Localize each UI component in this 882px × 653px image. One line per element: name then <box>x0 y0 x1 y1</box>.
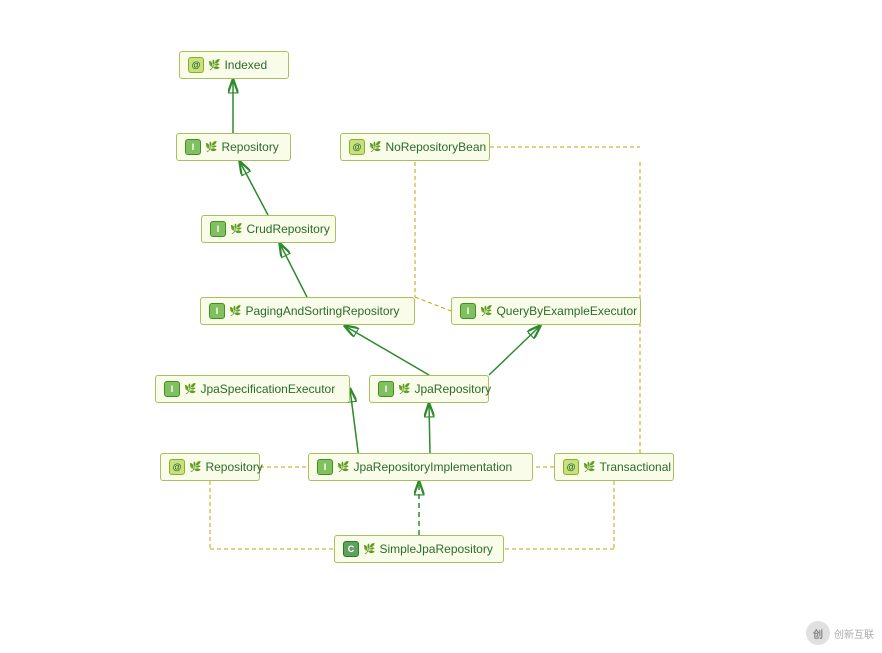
badge-i: I <box>210 221 226 237</box>
badge-c: C <box>343 541 359 557</box>
leaf-icon: 🌿 <box>583 462 595 473</box>
node-label: QueryByExampleExecutor <box>496 304 637 318</box>
leaf-icon: 🌿 <box>189 462 201 473</box>
badge-at: @ <box>349 139 365 155</box>
watermark-icon: 创 <box>806 621 830 645</box>
node-norepositorybean[interactable]: @ 🌿 NoRepositoryBean <box>340 133 490 161</box>
leaf-icon: 🌿 <box>230 224 242 235</box>
badge-i: I <box>317 459 333 475</box>
node-label: SimpleJpaRepository <box>379 542 492 556</box>
node-jparepository[interactable]: I 🌿 JpaRepository <box>369 375 489 403</box>
node-jparepositoryimplementation[interactable]: I 🌿 JpaRepositoryImplementation <box>308 453 533 481</box>
node-label: Indexed <box>224 58 267 72</box>
leaf-icon: 🌿 <box>337 462 349 473</box>
node-label: PagingAndSortingRepository <box>245 304 399 318</box>
node-indexed[interactable]: @ 🌿 Indexed <box>179 51 289 79</box>
leaf-icon: 🌿 <box>480 306 492 317</box>
leaf-icon: 🌿 <box>398 384 410 395</box>
badge-i: I <box>185 139 201 155</box>
watermark: 创 创新互联 <box>806 621 874 645</box>
node-simplejparepository[interactable]: C 🌿 SimpleJpaRepository <box>334 535 504 563</box>
leaf-icon: 🌿 <box>184 384 196 395</box>
node-crudrepository[interactable]: I 🌿 CrudRepository <box>201 215 336 243</box>
node-label: JpaRepository <box>414 382 491 396</box>
node-repositoryanno[interactable]: @ 🌿 Repository <box>160 453 260 481</box>
badge-i: I <box>378 381 394 397</box>
node-transactional[interactable]: @ 🌿 Transactional <box>554 453 674 481</box>
node-label: NoRepositoryBean <box>385 140 486 154</box>
watermark-text: 创新互联 <box>834 626 874 641</box>
badge-at: @ <box>188 57 204 73</box>
leaf-icon: 🌿 <box>229 306 241 317</box>
node-label: Repository <box>221 140 278 154</box>
node-jpaspecificationexecutor[interactable]: I 🌿 JpaSpecificationExecutor <box>155 375 350 403</box>
node-pagingandsortingrepository[interactable]: I 🌿 PagingAndSortingRepository <box>200 297 415 325</box>
node-label: JpaSpecificationExecutor <box>200 382 335 396</box>
node-label: Repository <box>205 460 262 474</box>
leaf-icon: 🌿 <box>205 142 217 153</box>
leaf-icon: 🌿 <box>363 544 375 555</box>
badge-at: @ <box>169 459 185 475</box>
node-label: CrudRepository <box>246 222 329 236</box>
badge-i: I <box>164 381 180 397</box>
badge-at: @ <box>563 459 579 475</box>
leaf-icon: 🌿 <box>369 142 381 153</box>
node-label: Transactional <box>599 460 671 474</box>
leaf-icon: 🌿 <box>208 60 220 71</box>
diagram-container: @ 🌿 Indexed I 🌿 Repository @ 🌿 NoRepositoryBean I… <box>0 0 882 653</box>
node-querybyexampleexecutor[interactable]: I 🌿 QueryByExampleExecutor <box>451 297 641 325</box>
node-repository[interactable]: I 🌿 Repository <box>176 133 291 161</box>
badge-i: I <box>460 303 476 319</box>
badge-i: I <box>209 303 225 319</box>
node-label: JpaRepositoryImplementation <box>353 460 512 474</box>
